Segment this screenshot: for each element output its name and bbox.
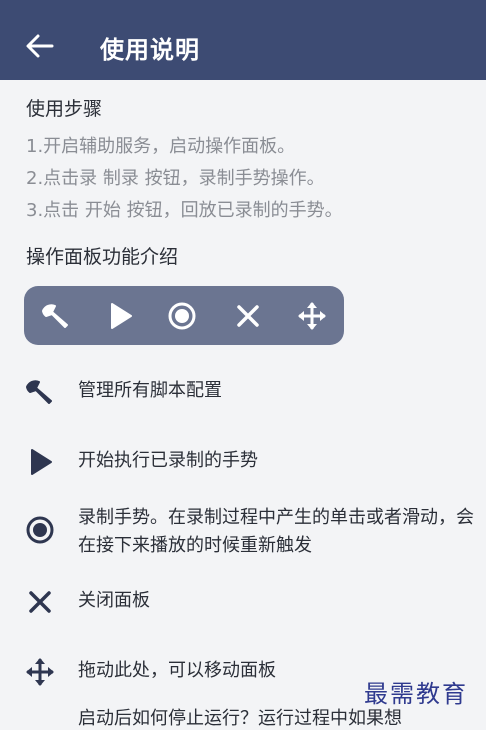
step-2: 2.点击录 制录 按钮，录制手势操作。: [26, 168, 325, 189]
feature-text-play: 开始执行已录制的手势: [78, 450, 258, 471]
app-bar: 使用说明: [0, 8, 486, 80]
close-icon[interactable]: [232, 300, 264, 332]
step-3: 3.点击 开始 按钮，回放已录制的手势。: [26, 200, 343, 221]
step-1: 1.开启辅助服务，启动操作面板。: [26, 136, 296, 157]
wrench-icon: [26, 380, 52, 404]
panel-intro-heading: 操作面板功能介绍: [26, 246, 179, 268]
back-arrow-icon[interactable]: [24, 32, 56, 60]
record-icon[interactable]: [166, 300, 198, 332]
feature-text-close: 关闭面板: [78, 590, 150, 611]
usage-steps-heading: 使用步骤: [26, 98, 103, 120]
move-icon: [26, 658, 54, 686]
cutoff-text: 启动后如何停止运行？运行过程中如果想: [78, 708, 402, 729]
move-icon[interactable]: [296, 300, 328, 332]
play-icon[interactable]: [104, 300, 136, 332]
play-icon: [31, 449, 52, 475]
feature-text-manage: 管理所有脚本配置: [78, 380, 222, 401]
operation-panel: [24, 286, 344, 345]
feature-text-record: 录制手势。在录制过程中产生的单击或者滑动，会在接下来播放的时候重新触发: [78, 507, 474, 556]
watermark: 最需教育: [364, 680, 468, 708]
status-bar: [0, 0, 486, 8]
page-title: 使用说明: [100, 36, 200, 64]
record-icon: [26, 516, 54, 544]
close-icon: [29, 591, 51, 613]
wrench-icon[interactable]: [40, 300, 72, 332]
